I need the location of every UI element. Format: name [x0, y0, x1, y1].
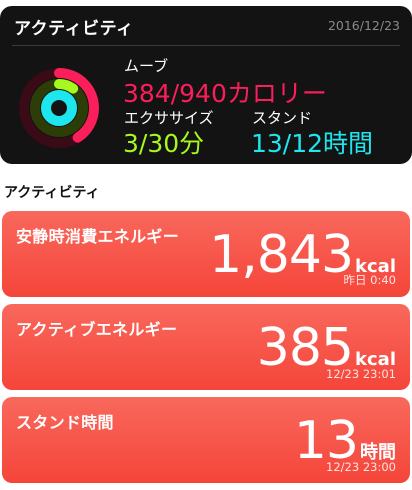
summary-date: 2016/12/23 [327, 18, 400, 33]
activity-summary-widget[interactable]: アクティビティ 2016/12/23 ムーブ 384/940カロリー エクササイ… [0, 6, 412, 164]
move-value: 384/940カロリー [123, 79, 327, 108]
card-resting-energy[interactable]: 安静時消費エネルギー 1,843 kcal 昨日 0:40 [2, 211, 410, 297]
stand-value: 13/12時間 [251, 129, 374, 158]
move-label: ムーブ [124, 57, 169, 75]
card-title: 安静時消費エネルギー [16, 227, 180, 246]
card-timestamp: 12/23 23:00 [326, 460, 396, 474]
summary-header: アクティビティ 2016/12/23 [0, 6, 412, 40]
card-active-energy[interactable]: アクティブエネルギー 385 kcal 12/23 23:01 [2, 304, 410, 390]
card-title: アクティブエネルギー [16, 320, 178, 339]
summary-divider [12, 45, 400, 46]
stand-ring [41, 90, 77, 126]
section-title: アクティビティ [4, 185, 100, 201]
card-title: スタンド時間 [16, 413, 114, 432]
summary-title: アクティビティ [14, 19, 134, 39]
card-timestamp: 12/23 23:01 [326, 367, 396, 381]
card-timestamp: 昨日 0:40 [343, 273, 396, 287]
activity-rings-icon [19, 68, 99, 148]
card-value: 1,843 [209, 225, 354, 285]
exercise-value: 3/30分 [123, 129, 205, 158]
card-stand-hours[interactable]: スタンド時間 13 時間 12/23 23:00 [2, 397, 410, 483]
